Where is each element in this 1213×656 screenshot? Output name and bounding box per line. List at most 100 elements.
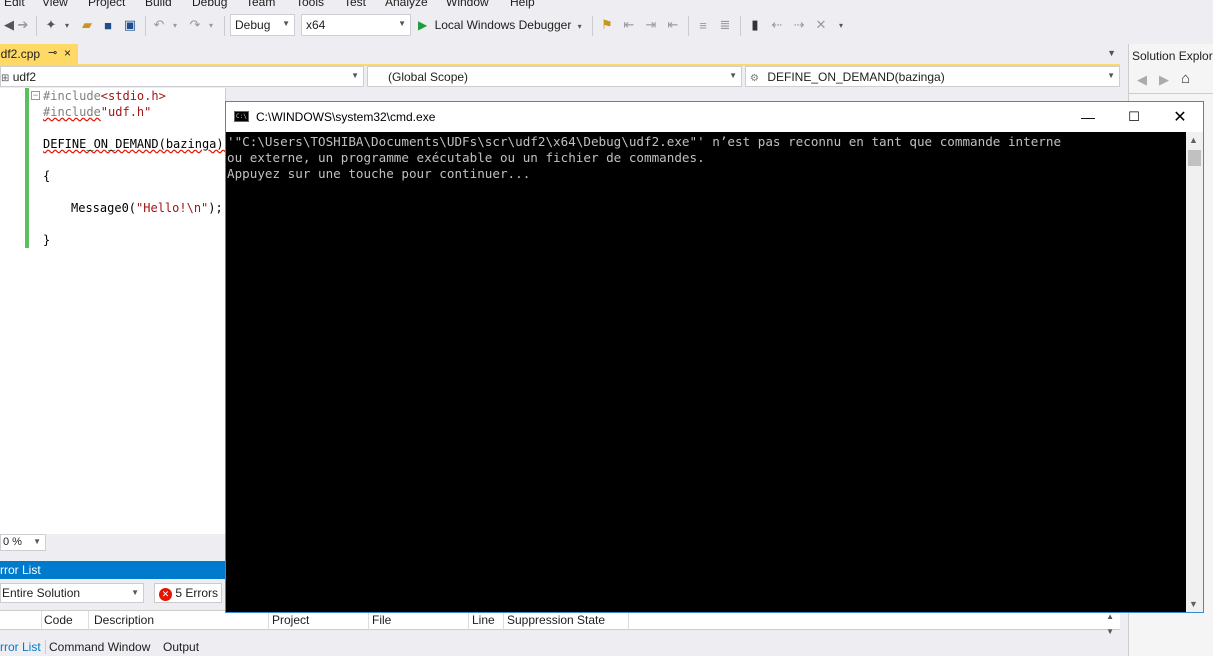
menu-view[interactable]: View xyxy=(42,0,68,9)
menu-team[interactable]: Team xyxy=(246,0,275,9)
chevron-down-icon[interactable]: ▾ xyxy=(202,16,220,34)
code-line-6: } xyxy=(43,233,51,247)
clear-bookmarks-icon[interactable]: ✕ xyxy=(812,16,830,34)
column-separator xyxy=(41,611,42,631)
chevron-down-icon: ▼ xyxy=(1107,71,1115,80)
scroll-up-icon[interactable]: ▲ xyxy=(1189,135,1198,145)
menu-tools[interactable]: Tools xyxy=(296,0,324,9)
menu-build[interactable]: Build xyxy=(145,0,172,9)
menu-debug[interactable]: Debug xyxy=(192,0,227,9)
indent-icon[interactable]: ⇥ xyxy=(642,16,660,34)
chevron-down-icon[interactable]: ▾ xyxy=(58,16,76,34)
outdent-icon[interactable]: ⇤ xyxy=(664,16,682,34)
chevron-down-icon[interactable]: ▾ xyxy=(166,16,184,34)
zoom-select[interactable]: 0 % ▼ xyxy=(0,534,46,551)
bottom-tool-tabs: rror List Command Window Output xyxy=(0,638,1120,656)
solution-configuration-select[interactable]: Debug ▼ xyxy=(230,14,295,36)
comment-icon[interactable]: ≡ xyxy=(694,16,712,34)
code-line-3: DEFINE_ON_DEMAND(bazinga); xyxy=(43,137,231,151)
cmd-title-bar[interactable]: C:\ C:\WINDOWS\system32\cmd.exe — ☐ ✕ xyxy=(226,102,1203,132)
close-button[interactable]: ✕ xyxy=(1157,102,1203,132)
code-line-4: { xyxy=(43,169,51,183)
collapse-icon[interactable]: − xyxy=(31,91,40,100)
menu-test[interactable]: Test xyxy=(344,0,366,9)
column-file[interactable]: File xyxy=(372,613,391,627)
toolbar-overflow-icon[interactable]: ▾ xyxy=(832,16,850,34)
console-line: ou externe, un programme exécutable ou u… xyxy=(227,150,705,165)
toolbar-separator xyxy=(592,16,593,36)
uncomment-icon[interactable]: ≣ xyxy=(716,16,734,34)
column-code[interactable]: Code xyxy=(44,613,73,627)
cmd-console-output[interactable]: '"C:\Users\TOSHIBA\Documents\UDFs\scr\ud… xyxy=(226,132,1186,612)
solution-explorer-toolbar: ◀ ▶ ⌂ xyxy=(1129,68,1213,94)
next-bookmark-icon[interactable]: ⇢ xyxy=(790,16,808,34)
save-all-icon[interactable]: ▣ xyxy=(121,16,139,34)
open-folder-icon[interactable]: ▰ xyxy=(78,16,96,34)
column-separator xyxy=(628,611,629,631)
menu-help[interactable]: Help xyxy=(510,0,535,9)
console-line: Appuyez sur une touche pour continuer... xyxy=(227,166,531,181)
column-line[interactable]: Line xyxy=(472,613,495,627)
project-scope-select[interactable]: ⊞ udf2 ▼ xyxy=(0,66,364,87)
scroll-down-icon[interactable]: ▼ xyxy=(1106,627,1114,636)
cmd-vertical-scrollbar[interactable]: ▲ ▼ xyxy=(1186,132,1203,612)
code-editor[interactable]: − #include<stdio.h> #include"udf.h" DEFI… xyxy=(0,88,231,534)
tab-output[interactable]: Output xyxy=(163,640,199,654)
menu-window[interactable]: Window xyxy=(446,0,489,9)
zoom-bar: 0 % ▼ xyxy=(0,534,226,552)
document-tab-well: udf2.cpp ⊸ × ▼ xyxy=(0,44,1120,66)
scroll-down-icon[interactable]: ▼ xyxy=(1189,599,1198,609)
column-description[interactable]: Description xyxy=(94,613,154,627)
forward-icon[interactable]: ▶ xyxy=(1159,72,1169,88)
code-line-5: Message0("Hello!\n"); xyxy=(71,201,223,215)
solution-explorer-title[interactable]: Solution Explore xyxy=(1132,49,1213,63)
column-suppression-state[interactable]: Suppression State xyxy=(507,613,605,627)
scroll-thumb[interactable] xyxy=(1188,150,1201,166)
errors-filter-button[interactable]: ✕ 5 Errors xyxy=(154,583,222,603)
forward-icon[interactable]: ➔ xyxy=(14,16,32,34)
error-scope-select[interactable]: Entire Solution ▼ xyxy=(0,583,144,603)
chevron-down-icon: ▼ xyxy=(131,588,139,597)
minimize-button[interactable]: — xyxy=(1065,102,1111,132)
tab-udf2-cpp[interactable]: udf2.cpp ⊸ × xyxy=(0,44,78,66)
console-line: '"C:\Users\TOSHIBA\Documents\UDFs\scr\ud… xyxy=(227,134,1062,149)
cmd-window[interactable]: C:\ C:\WINDOWS\system32\cmd.exe — ☐ ✕ '"… xyxy=(225,101,1204,613)
column-separator xyxy=(368,611,369,631)
prev-bookmark-icon[interactable]: ⇠ xyxy=(768,16,786,34)
tab-error-list[interactable]: rror List xyxy=(0,640,46,654)
solution-platform-select[interactable]: x64 ▼ xyxy=(301,14,411,36)
toolbar-separator xyxy=(688,16,689,36)
bookmark-icon[interactable]: ▮ xyxy=(746,16,764,34)
member-select[interactable]: ⚙ DEFINE_ON_DEMAND(bazinga) ▼ xyxy=(745,66,1120,87)
tab-overflow-icon[interactable]: ▼ xyxy=(1107,48,1116,58)
toolbar-separator xyxy=(740,16,741,36)
find-in-files-icon[interactable]: ⚑ xyxy=(598,16,616,34)
menu-project[interactable]: Project xyxy=(88,0,125,9)
error-icon: ✕ xyxy=(159,588,172,601)
chevron-down-icon: ▾ xyxy=(577,22,582,31)
changed-lines-indicator xyxy=(25,88,29,248)
close-icon[interactable]: × xyxy=(64,46,71,60)
error-list-toolbar: Entire Solution ▼ ✕ 5 Errors xyxy=(0,580,226,608)
play-icon: ▶ xyxy=(418,18,428,32)
global-scope-select[interactable]: (Global Scope) ▼ xyxy=(367,66,742,87)
step-icon[interactable]: ⇤ xyxy=(620,16,638,34)
save-icon[interactable]: ■ xyxy=(99,16,117,34)
back-icon[interactable]: ◀ xyxy=(1137,72,1147,88)
chevron-down-icon: ▼ xyxy=(351,71,359,80)
column-separator xyxy=(468,611,469,631)
maximize-button[interactable]: ☐ xyxy=(1111,102,1157,132)
error-list-grid-header: Code Description Project File Line Suppr… xyxy=(0,610,1120,636)
menu-edit[interactable]: Edit xyxy=(4,0,25,9)
home-icon[interactable]: ⌂ xyxy=(1181,70,1190,87)
menu-analyze[interactable]: Analyze xyxy=(385,0,428,9)
pin-icon[interactable]: ⊸ xyxy=(48,46,57,59)
column-separator xyxy=(88,611,89,631)
chevron-down-icon: ▼ xyxy=(729,71,737,80)
cmd-window-title: C:\WINDOWS\system32\cmd.exe xyxy=(256,110,436,124)
error-list-title-bar[interactable]: rror List xyxy=(0,561,226,579)
column-project[interactable]: Project xyxy=(272,613,309,627)
start-debugger-button[interactable]: ▶ Local Windows Debugger ▾ xyxy=(418,15,588,35)
tab-command-window[interactable]: Command Window xyxy=(49,640,150,654)
scroll-up-icon[interactable]: ▲ xyxy=(1106,612,1114,621)
